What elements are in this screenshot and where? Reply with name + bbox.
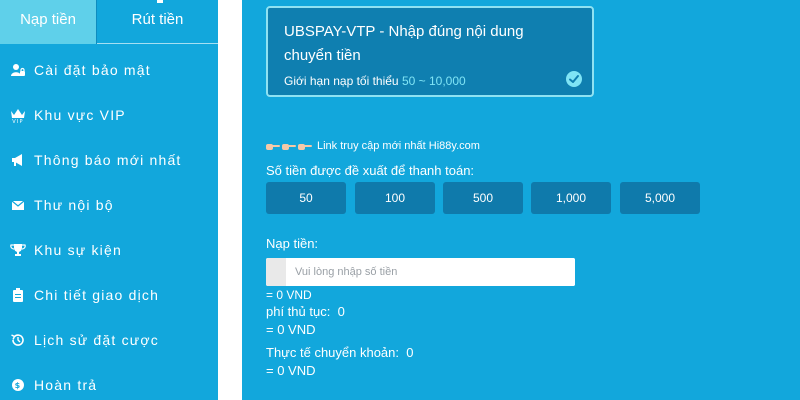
sidebar-item-label: Khu vực VIP [34, 107, 126, 123]
sidebar-item-label: Cài đặt bảo mật [34, 62, 151, 78]
deposit-panel: UBSPAY-VTP - Nhập đúng nội dung chuyển t… [242, 0, 800, 400]
sidebar-item-rebate[interactable]: $ Hoàn trả [10, 373, 97, 397]
deposit-limit-text: Giới hạn nạp tối thiểu 50 ~ 10,000 [284, 74, 466, 88]
deposit-amount-field[interactable] [266, 258, 575, 286]
tab-deposit-label: Nạp tiền [20, 11, 76, 28]
vip-crown-icon: VIP [10, 107, 26, 123]
actual-transfer-label: Thực tế chuyển khoản: [266, 345, 400, 360]
coin-icon: $ [10, 377, 26, 393]
suggested-amounts-label: Số tiền được đề xuất để thanh toán: [266, 163, 475, 178]
amount-button-50[interactable]: 50 [266, 182, 346, 214]
history-icon [10, 332, 26, 348]
sidebar-item-label: Thư nội bộ [34, 197, 114, 213]
fee-label: phí thủ tục: [266, 304, 331, 319]
user-lock-icon [10, 62, 26, 78]
deposit-limit-min: 50 [401, 74, 416, 88]
trophy-icon [10, 242, 26, 258]
fee-row: phí thủ tục: 0 [266, 304, 345, 319]
deposit-limit-separator: ~ [415, 74, 429, 88]
deposit-limit-max: 10,000 [429, 74, 466, 88]
tab-withdraw[interactable]: Rút tiền [97, 0, 218, 44]
clipboard-icon [10, 287, 26, 303]
sidebar-item-security-settings[interactable]: Cài đặt bảo mật [10, 58, 151, 82]
pointing-hand-icon [282, 140, 296, 152]
payment-method-title: UBSPAY-VTP - Nhập đúng nội dung chuyển t… [284, 23, 524, 64]
sidebar-item-events[interactable]: Khu sự kiện [10, 238, 122, 262]
actual-vnd-equivalent: = 0 VND [266, 363, 316, 378]
envelope-icon [10, 197, 26, 213]
tab-deposit[interactable]: Nạp tiền [0, 0, 97, 44]
pointing-hand-icon [266, 140, 280, 152]
sidebar-item-notifications[interactable]: Thông báo mới nhất [10, 148, 182, 172]
megaphone-icon [10, 152, 26, 168]
tab-bar: Nạp tiền Rút tiền [0, 0, 218, 45]
amount-button-5000[interactable]: 5,000 [620, 182, 700, 214]
fee-value: 0 [337, 304, 345, 319]
sidebar-item-transaction-details[interactable]: Chi tiết giao dịch [10, 283, 159, 307]
sidebar: Nạp tiền Rút tiền Cài đặt bảo mật VIP Kh… [0, 0, 218, 400]
actual-transfer-row: Thực tế chuyển khoản: 0 [266, 345, 413, 360]
pointing-hand-icon [298, 140, 312, 152]
latest-link-notice: Link truy cập mới nhất Hi88y.com [266, 140, 480, 152]
sidebar-item-inbox[interactable]: Thư nội bộ [10, 193, 114, 217]
latest-link-text[interactable]: Link truy cập mới nhất Hi88y.com [317, 140, 480, 152]
amount-button-1000[interactable]: 1,000 [531, 182, 611, 214]
deposit-limit-prefix: Giới hạn nạp tối thiểu [284, 74, 399, 88]
deposit-amount-label: Nạp tiền: [266, 236, 319, 251]
payment-method-card[interactable]: UBSPAY-VTP - Nhập đúng nội dung chuyển t… [266, 6, 594, 97]
input-prefix [266, 258, 286, 286]
svg-text:VIP: VIP [12, 119, 24, 123]
sidebar-item-label: Thông báo mới nhất [34, 152, 182, 168]
fee-vnd-equivalent: = 0 VND [266, 322, 316, 337]
selected-check-icon [565, 70, 583, 88]
deposit-amount-input[interactable] [286, 258, 575, 286]
sidebar-item-label: Hoàn trả [34, 377, 98, 393]
amount-button-100[interactable]: 100 [355, 182, 435, 214]
sidebar-item-label: Chi tiết giao dịch [34, 287, 160, 303]
sidebar-item-bet-history[interactable]: Lịch sử đặt cược [10, 328, 159, 352]
sidebar-divider [218, 0, 242, 400]
deposit-vnd-equivalent: = 0 VND [266, 288, 312, 302]
svg-text:$: $ [15, 381, 22, 390]
actual-transfer-value: 0 [406, 345, 414, 360]
amount-button-500[interactable]: 500 [443, 182, 523, 214]
sidebar-item-label: Lịch sử đặt cược [34, 332, 159, 348]
tab-withdraw-label: Rút tiền [131, 11, 184, 28]
sidebar-item-label: Khu sự kiện [34, 242, 122, 258]
sidebar-item-vip[interactable]: VIP Khu vực VIP [10, 103, 126, 127]
